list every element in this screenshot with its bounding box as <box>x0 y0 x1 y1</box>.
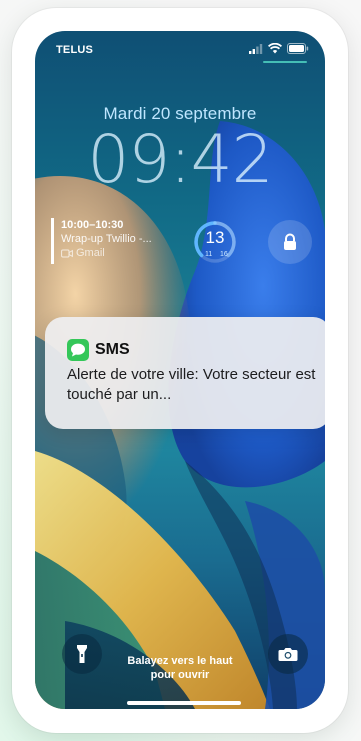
swipe-up-hint: Balayez vers le haut pour ouvrir <box>115 654 245 682</box>
lock-screen[interactable]: TELUS Mardi 20 septembre 09:42 10:00–10:… <box>35 31 325 709</box>
camera-icon <box>278 648 298 661</box>
notification-header: SMS <box>67 339 130 361</box>
calendar-widget[interactable]: 10:00–10:30 Wrap-up Twillio -... Gmail <box>51 218 181 264</box>
messages-icon <box>67 339 89 361</box>
flashlight-button[interactable] <box>62 634 102 674</box>
notification-app-name: SMS <box>95 341 130 358</box>
home-indicator[interactable] <box>127 701 241 705</box>
lock-screen-time: 09:42 <box>87 121 273 198</box>
swipe-hint-line-1: Balayez vers le haut <box>127 655 233 667</box>
wifi-icon <box>268 43 282 54</box>
flashlight-icon <box>77 645 87 663</box>
battery-icon <box>287 43 309 54</box>
status-icons <box>249 43 309 54</box>
status-indicator-line <box>263 61 307 63</box>
ring-value: 13 <box>205 228 225 247</box>
lock-icon <box>284 233 296 250</box>
swipe-hint-line-2: pour ouvrir <box>150 669 210 681</box>
carrier-label: TELUS <box>56 44 94 56</box>
ring-widget[interactable]: 13 11 16 <box>193 220 237 264</box>
video-camera-icon <box>61 249 73 257</box>
calendar-source-label: Gmail <box>76 247 105 259</box>
cellular-signal-icon <box>249 43 263 54</box>
ring-high-value: 16 <box>220 251 228 258</box>
sms-notification[interactable]: SMS Alerte de votre ville: Votre secteur… <box>45 317 325 429</box>
calendar-event-title: Wrap-up Twillio -... <box>61 233 152 245</box>
camera-button[interactable] <box>268 634 308 674</box>
calendar-event-time: 10:00–10:30 <box>61 219 124 231</box>
lock-widget[interactable] <box>268 220 312 264</box>
calendar-event-source: Gmail <box>61 246 181 260</box>
ring-low-value: 11 <box>205 251 213 258</box>
notification-message: Alerte de votre ville: Votre secteur est… <box>67 366 316 403</box>
